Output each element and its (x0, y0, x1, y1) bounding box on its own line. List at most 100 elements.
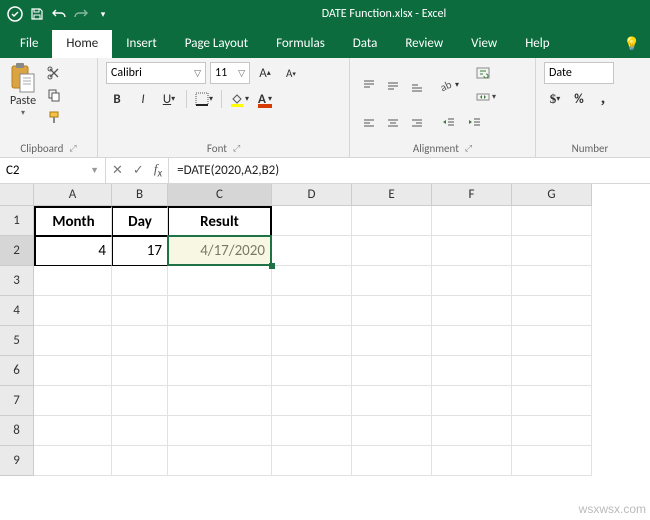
tab-page-layout[interactable]: Page Layout (171, 30, 262, 58)
copy-icon[interactable] (44, 86, 64, 104)
cell-E6[interactable] (352, 356, 432, 386)
alignment-launcher-icon[interactable]: ⤢ (465, 143, 472, 154)
tell-me-icon[interactable]: 💡 (614, 31, 650, 58)
cell-A3[interactable] (34, 266, 112, 296)
paste-button[interactable]: Paste ▾ (8, 62, 38, 118)
row-header-6[interactable]: 6 (0, 356, 34, 386)
cell-B3[interactable] (112, 266, 168, 296)
cell-F5[interactable] (432, 326, 512, 356)
increase-indent-icon[interactable] (464, 112, 486, 134)
clipboard-launcher-icon[interactable]: ⤢ (69, 143, 76, 154)
fx-icon[interactable]: fx (154, 161, 162, 180)
cell-A7[interactable] (34, 386, 112, 416)
row-header-5[interactable]: 5 (0, 326, 34, 356)
autosave-icon[interactable] (6, 5, 24, 23)
cell-F1[interactable] (432, 206, 512, 236)
col-header-G[interactable]: G (512, 184, 592, 206)
cell-G9[interactable] (512, 446, 592, 476)
align-bottom-icon[interactable] (406, 74, 428, 96)
row-header-1[interactable]: 1 (0, 206, 34, 236)
cell-A5[interactable] (34, 326, 112, 356)
col-header-E[interactable]: E (352, 184, 432, 206)
fill-handle[interactable] (269, 263, 275, 269)
cell-G5[interactable] (512, 326, 592, 356)
cell-G8[interactable] (512, 416, 592, 446)
cell-B9[interactable] (112, 446, 168, 476)
cell-E3[interactable] (352, 266, 432, 296)
align-top-icon[interactable] (358, 74, 380, 96)
cell-E2[interactable] (352, 236, 432, 266)
percent-format-icon[interactable]: % (568, 88, 590, 110)
decrease-font-icon[interactable]: A▾ (280, 62, 302, 84)
cell-E7[interactable] (352, 386, 432, 416)
align-middle-icon[interactable] (382, 74, 404, 96)
cell-A4[interactable] (34, 296, 112, 326)
tab-view[interactable]: View (457, 30, 511, 58)
col-header-F[interactable]: F (432, 184, 512, 206)
qat-customize-icon[interactable]: ▾ (94, 5, 112, 23)
cell-A9[interactable] (34, 446, 112, 476)
fill-color-icon[interactable]: ▾ (228, 88, 250, 110)
cell-A6[interactable] (34, 356, 112, 386)
cell-C1[interactable]: Result (168, 206, 272, 236)
undo-icon[interactable] (50, 5, 68, 23)
tab-home[interactable]: Home (52, 30, 112, 58)
cell-C3[interactable] (168, 266, 272, 296)
cell-G2[interactable] (512, 236, 592, 266)
row-header-7[interactable]: 7 (0, 386, 34, 416)
align-center-icon[interactable] (382, 112, 404, 134)
font-name-combo[interactable]: Calibri▽ (106, 62, 206, 84)
underline-button[interactable]: U ▾ (158, 88, 180, 110)
cell-F8[interactable] (432, 416, 512, 446)
cell-D7[interactable] (272, 386, 352, 416)
cell-F6[interactable] (432, 356, 512, 386)
row-header-2[interactable]: 2 (0, 236, 34, 266)
cell-C8[interactable] (168, 416, 272, 446)
formula-input[interactable]: =DATE(2020,A2,B2) (169, 158, 650, 183)
number-format-combo[interactable]: Date (544, 62, 614, 84)
cell-B2[interactable]: 17 (112, 236, 168, 266)
format-painter-icon[interactable] (44, 108, 64, 126)
cell-D9[interactable] (272, 446, 352, 476)
accounting-format-icon[interactable]: $▾ (544, 88, 566, 110)
cancel-formula-icon[interactable]: ✕ (112, 163, 123, 178)
cell-E4[interactable] (352, 296, 432, 326)
cell-C5[interactable] (168, 326, 272, 356)
cell-C9[interactable] (168, 446, 272, 476)
merge-center-button[interactable]: ▾ (472, 86, 500, 108)
cell-B4[interactable] (112, 296, 168, 326)
cell-A2[interactable]: 4 (34, 236, 112, 266)
tab-help[interactable]: Help (511, 30, 563, 58)
cell-G3[interactable] (512, 266, 592, 296)
cell-A8[interactable] (34, 416, 112, 446)
row-header-3[interactable]: 3 (0, 266, 34, 296)
row-header-9[interactable]: 9 (0, 446, 34, 476)
cell-B1[interactable]: Day (112, 206, 168, 236)
align-right-icon[interactable] (406, 112, 428, 134)
cell-D6[interactable] (272, 356, 352, 386)
cell-C2[interactable]: 4/17/2020 (168, 236, 272, 266)
cell-D1[interactable] (272, 206, 352, 236)
cell-G1[interactable] (512, 206, 592, 236)
worksheet[interactable]: ABCDEFG 123456789 MonthDayResult4174/17/… (0, 184, 650, 520)
tab-file[interactable]: File (6, 30, 52, 58)
tab-data[interactable]: Data (339, 30, 392, 58)
cell-F9[interactable] (432, 446, 512, 476)
col-header-D[interactable]: D (272, 184, 352, 206)
cell-G6[interactable] (512, 356, 592, 386)
col-header-A[interactable]: A (34, 184, 112, 206)
cell-B8[interactable] (112, 416, 168, 446)
align-left-icon[interactable] (358, 112, 380, 134)
cell-F3[interactable] (432, 266, 512, 296)
tab-formulas[interactable]: Formulas (262, 30, 339, 58)
cell-B5[interactable] (112, 326, 168, 356)
cell-B6[interactable] (112, 356, 168, 386)
cell-F7[interactable] (432, 386, 512, 416)
wrap-text-button[interactable] (472, 62, 500, 84)
cell-D2[interactable] (272, 236, 352, 266)
cell-D5[interactable] (272, 326, 352, 356)
italic-button[interactable]: I (132, 88, 154, 110)
font-size-combo[interactable]: 11▽ (210, 62, 250, 84)
row-header-8[interactable]: 8 (0, 416, 34, 446)
cell-G4[interactable] (512, 296, 592, 326)
